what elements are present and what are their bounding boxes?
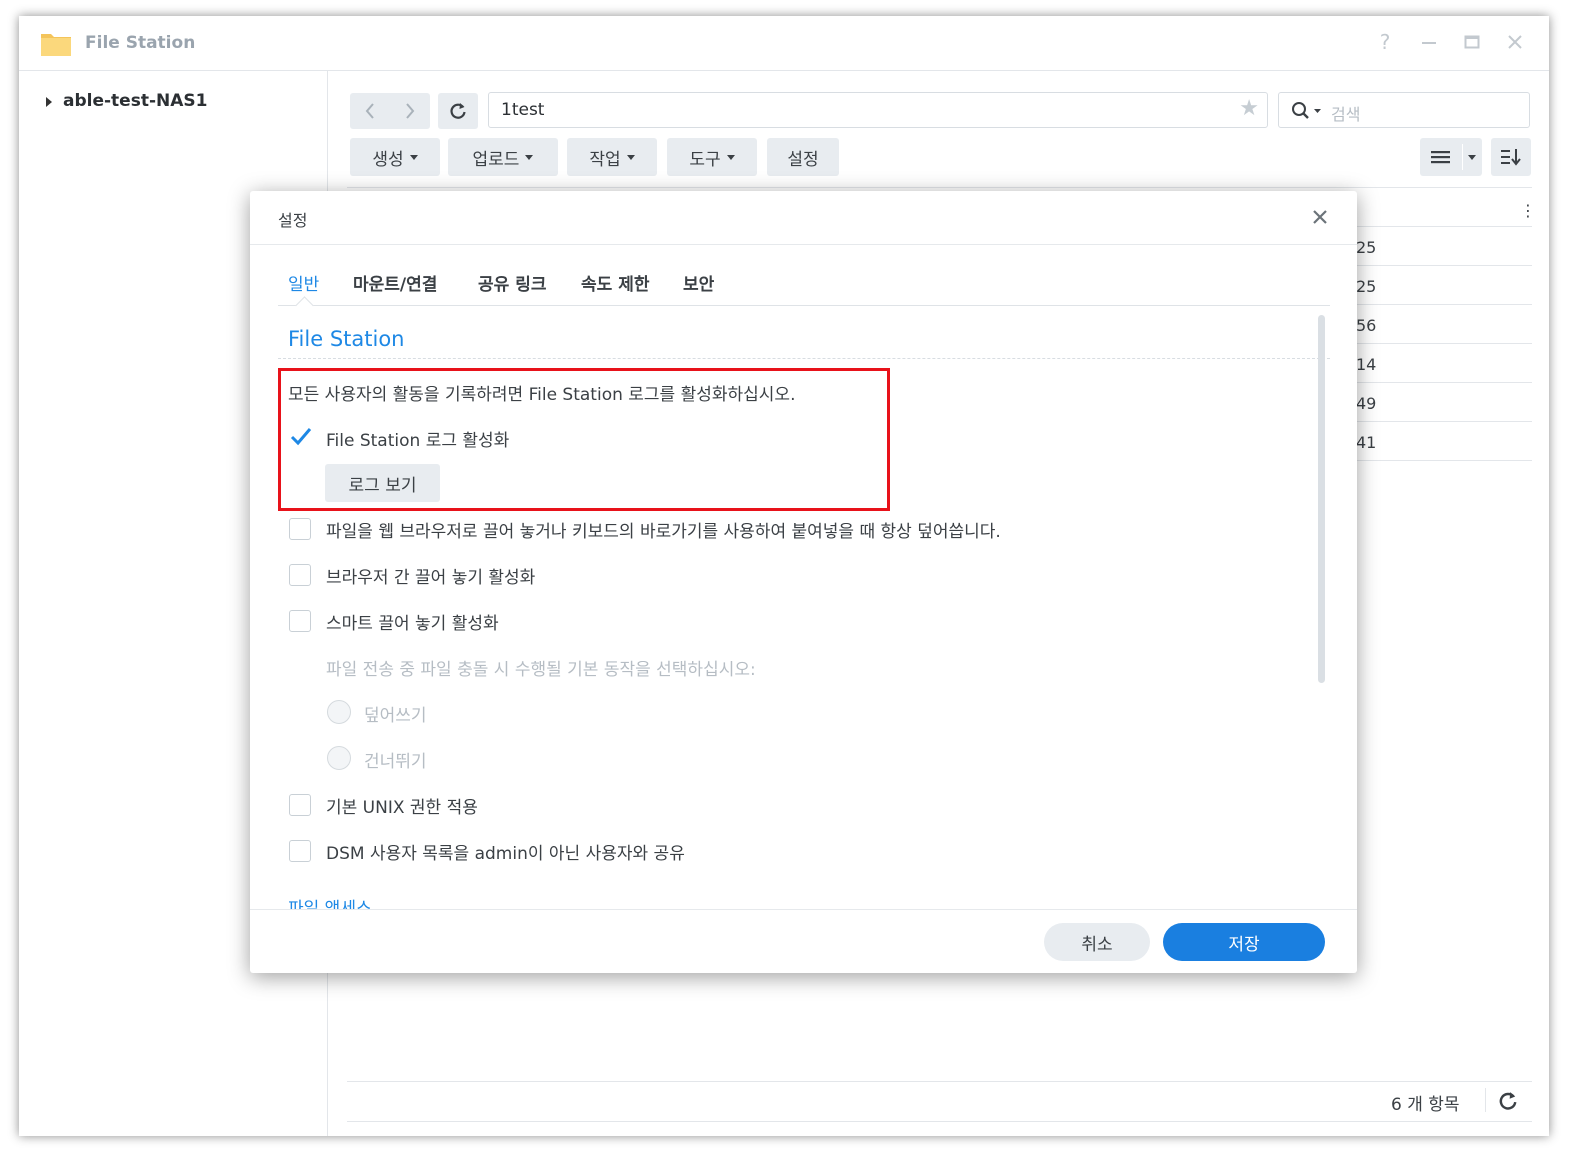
maximize-icon[interactable] [1460,30,1484,54]
active-tab-indicator [295,296,314,315]
section-title: File Station [288,327,405,351]
app-title: File Station [85,33,196,53]
unix-perm-label: 기본 UNIX 권한 적용 [326,798,478,818]
path-text: 1test [501,100,545,120]
smart-dnd-label: 스마트 끌어 놓기 활성화 [326,614,499,634]
back-forward-group [350,93,430,129]
refresh-icon [450,103,466,119]
skip-radio[interactable] [327,746,351,770]
conflict-prompt: 파일 전송 중 파일 충돌 시 수행될 기본 동작을 선택하십시오: [326,660,756,680]
folder-app-icon [41,34,71,56]
row-divider [1356,343,1532,344]
enable-log-checkbox[interactable] [289,426,312,448]
help-icon[interactable]: ? [1373,30,1397,54]
enable-log-label: File Station 로그 활성화 [326,431,510,451]
unix-perm-checkbox[interactable] [289,794,311,816]
checkmark-icon [290,428,312,446]
upload-button[interactable]: 업로드 [448,138,558,176]
list-view-icon [1431,151,1450,164]
sort-icon [1501,149,1521,166]
save-button[interactable]: 저장 [1163,923,1325,961]
file-row-value: 49 [1356,394,1377,413]
row-divider [1356,226,1532,227]
overwrite-label: 파일을 웹 브라우저로 끌어 놓거나 키보드의 바로가기를 사용하여 붙여넣을 … [326,522,1001,542]
search-placeholder: 검색 [1331,105,1361,124]
smart-dnd-checkbox[interactable] [289,610,311,632]
dialog-scrollbar[interactable] [1318,315,1325,683]
settings-dialog: 설정 일반 마운트/연결 공유 링크 속도 제한 보안 File Station… [250,191,1357,973]
tab-speed-limit[interactable]: 속도 제한 [581,270,649,295]
caret-down-icon [726,154,735,160]
caret-down-icon [1468,155,1476,160]
sort-button[interactable] [1491,138,1531,176]
list-header-divider [347,187,1532,188]
title-bar: File Station ? [19,16,1549,71]
tab-security[interactable]: 보안 [683,270,714,295]
dialog-header-divider [250,244,1357,245]
share-user-list-label: DSM 사용자 목록을 admin이 아닌 사용자와 공유 [326,844,685,864]
column-options-icon[interactable]: ⋮ [1520,201,1536,220]
skip-radio-label: 건너뛰기 [364,752,427,772]
share-user-list-checkbox[interactable] [289,840,311,862]
path-field[interactable]: 1test ★ [488,92,1268,128]
create-label: 생성 [372,149,404,170]
close-icon[interactable] [1503,30,1527,54]
row-divider [1356,265,1532,266]
expand-caret-icon[interactable] [46,97,52,107]
caret-down-icon [525,154,534,160]
view-log-button[interactable]: 로그 보기 [325,464,440,502]
view-mode-button[interactable] [1420,138,1482,176]
row-divider [1356,421,1532,422]
refresh-button[interactable] [438,93,478,129]
section-divider [278,358,1330,359]
row-divider [1356,382,1532,383]
overwrite-radio-label: 덮어쓰기 [364,706,427,726]
file-row-value: 25 [1356,277,1377,296]
row-divider [1356,304,1532,305]
next-section-title: 파일 액세스 [288,899,372,909]
minimize-icon[interactable] [1417,30,1441,54]
caret-down-icon [409,154,418,160]
tab-general[interactable]: 일반 [288,270,319,295]
action-button[interactable]: 작업 [567,138,657,176]
upload-label: 업로드 [472,149,520,170]
status-divider [347,1081,1532,1082]
overwrite-checkbox[interactable] [289,518,311,540]
tab-share-link[interactable]: 공유 링크 [478,270,546,295]
back-button[interactable] [350,102,390,120]
file-row-value: 56 [1356,316,1377,335]
forward-button[interactable] [390,102,430,120]
dialog-title: 설정 [278,211,308,230]
cancel-button[interactable]: 취소 [1044,923,1150,961]
chevron-left-icon [365,103,374,119]
status-separator [1485,1088,1486,1112]
action-label: 작업 [589,149,621,170]
cross-browser-dnd-label: 브라우저 간 끌어 놓기 활성화 [326,568,536,588]
status-bottom-divider [347,1121,1532,1122]
log-description: 모든 사용자의 활동을 기록하려면 File Station 로그를 활성화하십… [288,385,796,405]
search-icon[interactable] [1291,101,1325,121]
overwrite-radio[interactable] [327,700,351,724]
settings-label: 설정 [787,149,819,170]
close-icon[interactable] [1308,205,1332,229]
search-input[interactable]: 검색 [1278,92,1530,128]
tools-label: 도구 [689,149,721,170]
tab-divider [278,305,1330,306]
caret-down-icon [626,154,635,160]
tree-item-nas[interactable]: able-test-NAS1 [63,91,207,111]
tab-mount-connect[interactable]: 마운트/연결 [353,270,437,295]
file-row-value: 41 [1356,433,1377,452]
dialog-footer-divider [250,909,1357,910]
file-row-value: 25 [1356,238,1377,257]
item-count: 6 개 항목 [1391,1095,1460,1115]
chevron-right-icon [406,103,415,119]
refresh-icon[interactable] [1498,1091,1518,1111]
cross-browser-dnd-checkbox[interactable] [289,564,311,586]
file-row-value: 14 [1356,355,1377,374]
settings-button[interactable]: 설정 [767,138,839,176]
create-button[interactable]: 생성 [350,138,440,176]
row-divider [1356,460,1532,461]
tools-button[interactable]: 도구 [667,138,757,176]
favorite-star-icon[interactable]: ★ [1239,96,1259,121]
